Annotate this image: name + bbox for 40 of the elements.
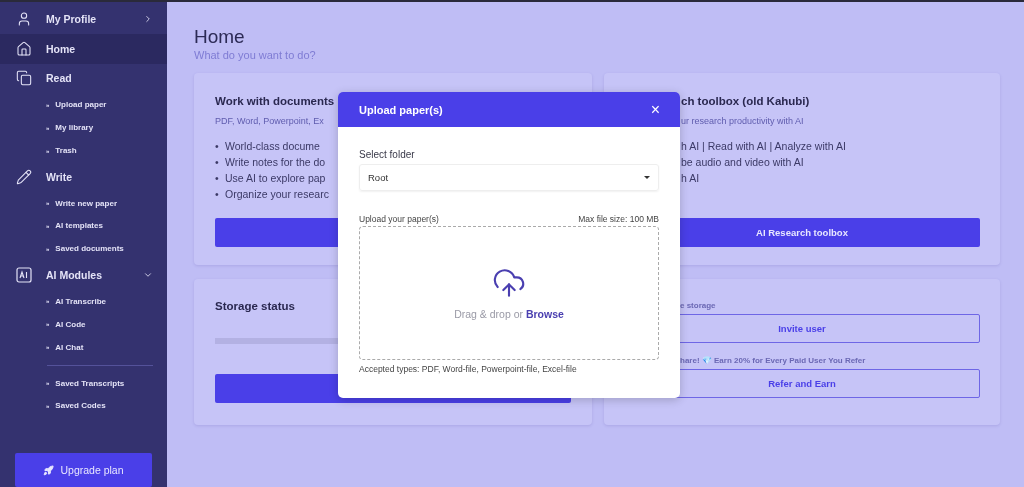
feature-item: • World-class docume bbox=[215, 139, 320, 154]
invite-note: e storage bbox=[680, 301, 717, 310]
user-icon bbox=[16, 10, 32, 27]
upgrade-button[interactable]: Upgrade plan bbox=[15, 453, 152, 487]
close-button[interactable]: × bbox=[650, 101, 660, 118]
share-note: hare! 💎 Earn 20% for Every Paid User You Refer bbox=[680, 356, 867, 365]
feature-item: be audio and video with AI bbox=[681, 155, 805, 170]
feature-item: h AI bbox=[681, 171, 701, 186]
copy-icon bbox=[16, 70, 32, 87]
caret-icon bbox=[644, 176, 650, 179]
card-title: Work with documents bbox=[215, 95, 335, 107]
accepted-types: Accepted types: PDF, Word-file, Powerpoint-file, Excel-file bbox=[359, 364, 578, 374]
drop-text: Drag & drop or Browse bbox=[454, 308, 564, 320]
rocket-icon bbox=[43, 464, 55, 476]
dialog-title: Upload paper(s) bbox=[359, 103, 443, 116]
sidebar-item[interactable]: Write bbox=[0, 161, 167, 192]
feature-item: • Write notes for the do bbox=[215, 155, 326, 170]
field-label: Select folder bbox=[359, 149, 416, 160]
card-title: ch toolbox (old Kahubi) bbox=[681, 95, 810, 107]
browse-link[interactable]: Browse bbox=[525, 308, 564, 320]
sidebar-item[interactable]: My Profile bbox=[0, 4, 167, 34]
chevron-right-icon bbox=[143, 13, 153, 24]
card-subtitle: PDF, Word, Powerpoint, Ex bbox=[215, 116, 325, 126]
feature-item: • Use AI to explore pap bbox=[215, 171, 326, 186]
folder-select[interactable]: Root bbox=[359, 164, 659, 191]
home-icon bbox=[16, 40, 32, 57]
cloud-upload-icon bbox=[492, 266, 526, 300]
feature-item: • Organize your researc bbox=[215, 187, 329, 202]
pencil-icon bbox=[16, 168, 32, 185]
field-label: Upload your paper(s) bbox=[359, 214, 439, 224]
card-title: Storage status bbox=[215, 300, 295, 312]
card-subtitle: ur research productivity with AI bbox=[681, 116, 805, 126]
page-title: Home bbox=[194, 26, 246, 48]
page-subtitle: What do you want to do? bbox=[194, 49, 317, 61]
feature-item: h AI | Read with AI | Analyze with AI bbox=[681, 139, 847, 154]
sidebar-item[interactable]: AI Modules bbox=[0, 260, 167, 291]
drop-zone[interactable]: Drag & drop or Browse bbox=[359, 226, 659, 360]
ai-icon bbox=[16, 267, 32, 284]
sidebar-item[interactable]: Read bbox=[0, 63, 167, 94]
sidebar-item[interactable]: Home bbox=[0, 33, 167, 64]
